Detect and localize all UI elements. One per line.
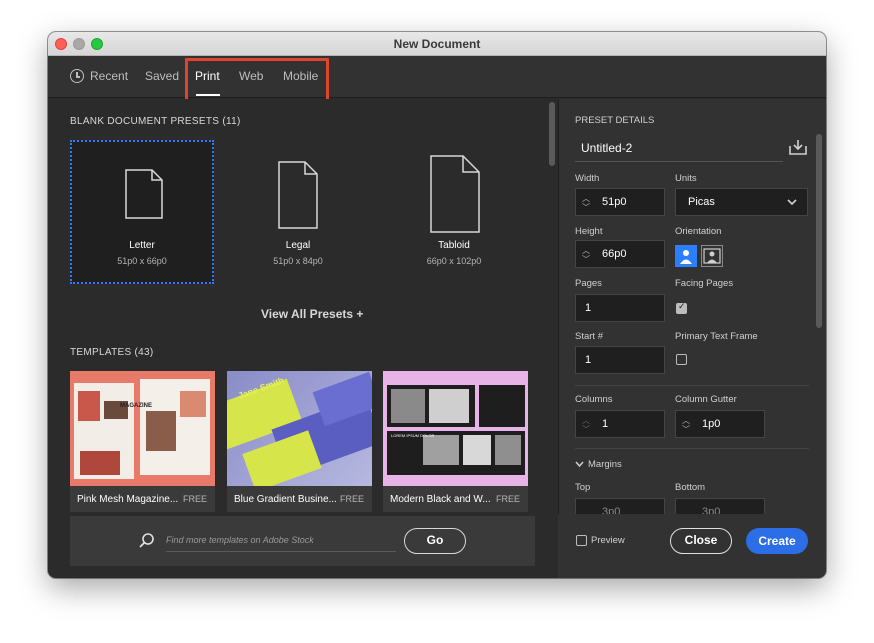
gutter-stepper[interactable]: ︿ ﹀ (682, 416, 690, 436)
template-card-modern-bw[interactable]: LOREM IPSUM DOLOR Modern Black and W... … (383, 371, 528, 512)
units-select[interactable]: Picas (675, 188, 808, 216)
preview-label: Preview (591, 535, 625, 546)
preset-size: 66p0 x 102p0 (426, 256, 482, 266)
preset-legal[interactable]: Legal 51p0 x 84p0 (226, 140, 370, 284)
pages-field[interactable]: 1 (575, 294, 665, 322)
top-margin-label: Top (575, 482, 591, 493)
section-divider (575, 448, 809, 449)
search-icon (139, 533, 154, 548)
preset-details-heading: PRESET DETAILS (575, 115, 655, 126)
go-button[interactable]: Go (404, 528, 466, 554)
start-number-field[interactable]: 1 (575, 346, 665, 374)
clock-icon (70, 69, 84, 83)
bottom-margin-value: 3p0 (702, 506, 721, 514)
presets-heading: BLANK DOCUMENT PRESETS (11) (70, 116, 241, 127)
free-badge: FREE (495, 494, 520, 504)
orientation-label: Orientation (675, 226, 722, 237)
width-label: Width (575, 173, 600, 184)
free-badge: FREE (182, 494, 207, 504)
template-thumbnail: Jane Smith (227, 371, 372, 486)
height-stepper[interactable]: ︿ ﹀ (582, 246, 590, 266)
template-name: Pink Mesh Magazine... (77, 494, 179, 505)
top-margin-field[interactable]: 3p0 (575, 498, 665, 514)
top-margin-value: 3p0 (602, 506, 621, 514)
primary-text-frame-label: Primary Text Frame (675, 331, 758, 342)
preset-letter[interactable]: Letter 51p0 x 66p0 (70, 140, 214, 284)
template-card-pink-mesh[interactable]: MAGAZINE Pink Mesh Magazine... FREE (70, 371, 215, 512)
free-badge: FREE (339, 494, 364, 504)
columns-value: 1 (602, 418, 609, 430)
preview-checkbox[interactable] (576, 535, 587, 546)
height-value: 66p0 (602, 248, 627, 260)
column-gutter-field[interactable]: ︿ ﹀ 1p0 (675, 410, 765, 438)
bottom-margin-label: Bottom (675, 482, 706, 493)
preset-tabloid[interactable]: Tabloid 66p0 x 102p0 (382, 140, 526, 284)
column-gutter-value: 1p0 (702, 418, 721, 430)
template-thumbnail: MAGAZINE (70, 371, 215, 486)
landscape-icon (703, 248, 721, 264)
start-number-value: 1 (585, 354, 592, 366)
document-icon (278, 161, 318, 229)
template-thumb-text: LOREM IPSUM DOLOR (391, 433, 435, 438)
presets-heading-text: BLANK DOCUMENT PRESETS (70, 116, 220, 127)
new-document-dialog: New Document Recent Saved Print Web Mobi… (48, 32, 826, 578)
preset-size: 51p0 x 84p0 (273, 256, 323, 266)
chevron-down-icon (787, 199, 797, 206)
preset-name: Tabloid (438, 240, 470, 251)
column-gutter-label: Column Gutter (675, 394, 737, 405)
width-stepper[interactable]: ︿ ﹀ (582, 194, 590, 214)
stock-search-input[interactable]: Find more templates on Adobe Stock (166, 532, 396, 552)
title-bar: New Document (48, 32, 826, 56)
templates-heading: TEMPLATES (43) (70, 347, 154, 358)
section-divider (575, 385, 809, 386)
tab-saved[interactable]: Saved (145, 69, 179, 83)
tab-bar: Recent Saved Print Web Mobile (48, 56, 826, 107)
columns-label: Columns (575, 394, 613, 405)
presets-count: (11) (222, 116, 241, 127)
create-button[interactable]: Create (746, 528, 808, 554)
columns-stepper[interactable]: ︿ ﹀ (582, 416, 590, 436)
window-title: New Document (393, 37, 481, 51)
pages-label: Pages (575, 278, 602, 289)
width-field[interactable]: ︿ ﹀ 51p0 (575, 188, 665, 216)
units-label: Units (675, 173, 697, 184)
facing-pages-checkbox[interactable] (676, 302, 687, 314)
margins-label: Margins (588, 459, 622, 470)
document-name-field[interactable]: Untitled-2 (575, 136, 783, 162)
document-icon (430, 155, 480, 233)
width-value: 51p0 (602, 196, 627, 208)
units-value: Picas (688, 196, 715, 208)
start-number-label: Start # (575, 331, 603, 342)
height-label: Height (575, 226, 603, 237)
preset-size: 51p0 x 66p0 (117, 256, 167, 266)
tab-recent[interactable]: Recent (90, 69, 128, 83)
template-name: Blue Gradient Busine... (234, 494, 337, 505)
chevron-down-icon (575, 461, 584, 468)
preset-name: Legal (285, 240, 311, 251)
height-field[interactable]: ︿ ﹀ 66p0 (575, 240, 665, 268)
document-icon (125, 169, 163, 219)
landscape-orientation-button[interactable] (701, 245, 723, 267)
template-thumb-text: MAGAZINE (120, 403, 152, 409)
template-thumbnail: LOREM IPSUM DOLOR (383, 371, 528, 486)
template-name: Modern Black and W... (390, 494, 491, 505)
close-button[interactable]: Close (670, 528, 732, 554)
save-preset-icon[interactable] (788, 138, 808, 156)
template-card-blue-gradient[interactable]: Jane Smith Blue Gradient Busine... FREE (227, 371, 372, 512)
templates-count: (43) (134, 347, 154, 358)
columns-field[interactable]: ︿ ﹀ 1 (575, 410, 665, 438)
primary-text-frame-checkbox[interactable] (676, 354, 687, 365)
view-all-presets-link[interactable]: View All Presets + (261, 307, 363, 321)
facing-pages-label: Facing Pages (675, 278, 734, 289)
portrait-orientation-button[interactable] (675, 245, 697, 267)
preset-name: Letter (129, 240, 155, 251)
right-scrollbar[interactable] (816, 134, 822, 328)
left-scrollbar[interactable] (549, 102, 555, 166)
templates-heading-text: TEMPLATES (70, 347, 132, 358)
bottom-margin-field[interactable]: 3p0 (675, 498, 765, 514)
portrait-icon (680, 250, 692, 264)
pages-value: 1 (585, 302, 592, 314)
margins-clip: 3p0 3p0 (558, 496, 826, 514)
